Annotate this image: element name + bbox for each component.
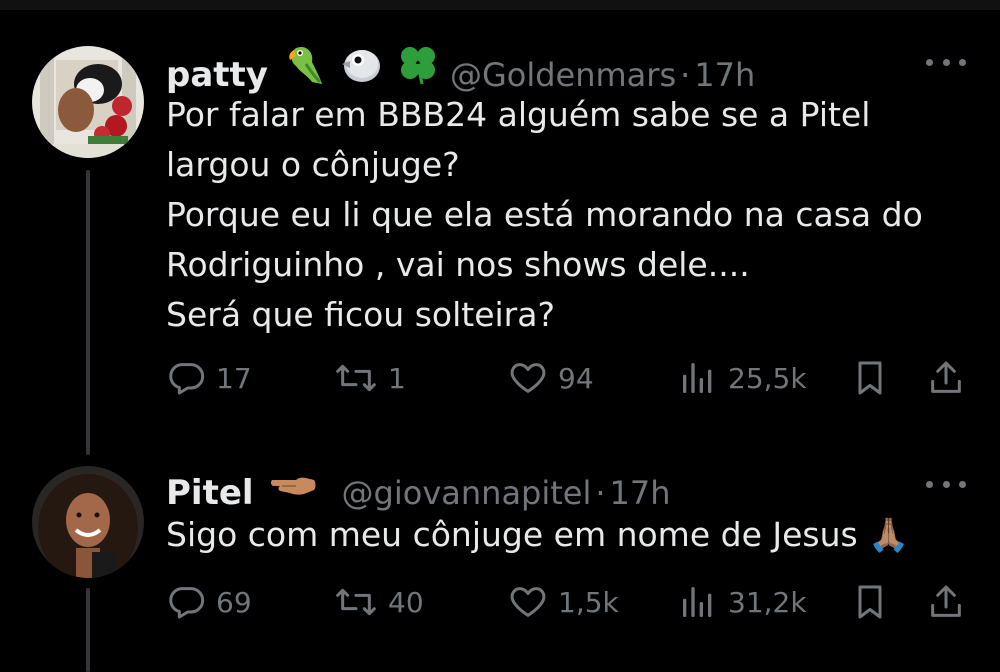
user-handle[interactable]: @giovannapitel	[342, 474, 592, 512]
bird-emoji	[340, 42, 384, 90]
share-icon	[926, 582, 966, 622]
pointing-hand-emoji	[268, 464, 318, 508]
user-handle[interactable]: @Goldenmars	[450, 56, 676, 94]
like-button[interactable]: 1,5k	[508, 582, 619, 622]
views-icon	[678, 358, 718, 398]
display-name[interactable]: Pitel	[166, 473, 254, 513]
clover-emoji	[398, 42, 438, 90]
more-icon[interactable]	[926, 478, 966, 490]
tweet-text-line: largou o cônjuge?	[166, 145, 460, 184]
bookmark-icon	[850, 582, 890, 622]
share-button[interactable]	[926, 582, 966, 622]
reply-icon	[166, 582, 206, 622]
like-count: 94	[558, 361, 594, 395]
bookmark-button[interactable]	[850, 358, 890, 398]
thread-line	[86, 170, 90, 455]
retweet-count: 40	[388, 585, 424, 619]
tweet-text: Por falar em BBB24 alguém sabe se a Pite…	[166, 90, 966, 340]
retweet-count: 1	[388, 361, 406, 395]
tweet-text-line: Por falar em BBB24 alguém sabe se a Pite…	[166, 95, 871, 134]
reply-icon	[166, 358, 206, 398]
views-count: 25,5k	[728, 361, 807, 395]
views-button[interactable]: 25,5k	[678, 358, 807, 398]
retweet-button[interactable]: 1	[334, 358, 406, 398]
tweet-header: patty @Goldenmars · 17h	[166, 42, 755, 95]
display-name[interactable]: patty	[166, 55, 268, 95]
tweet-text: Sigo com meu cônjuge em nome de Jesus 🙏🏽	[166, 510, 966, 560]
separator-dot: ·	[680, 56, 691, 94]
tweet-patty[interactable]: patty @Goldenmars · 17h Por falar em BBB…	[0, 0, 1000, 455]
reply-count: 17	[216, 361, 252, 395]
bookmark-button[interactable]	[850, 582, 890, 622]
more-icon[interactable]	[926, 56, 966, 68]
heart-icon	[508, 582, 548, 622]
views-count: 31,2k	[728, 585, 807, 619]
share-icon	[926, 358, 966, 398]
thread-line	[86, 588, 90, 672]
tweet-header: Pitel @giovannapitel · 17h	[166, 464, 671, 513]
heart-icon	[508, 358, 548, 398]
tweet-text-line: Será que ficou solteira?	[166, 295, 555, 334]
reply-count: 69	[216, 585, 252, 619]
like-count: 1,5k	[558, 585, 619, 619]
tweet-text-line: Sigo com meu cônjuge em nome de Jesus 🙏🏽	[166, 515, 910, 554]
retweet-button[interactable]: 40	[334, 582, 424, 622]
tweet-actions: 17 1 94 25,5k	[166, 358, 976, 398]
timestamp[interactable]: 17h	[610, 474, 671, 512]
avatar[interactable]	[32, 466, 144, 578]
retweet-icon	[334, 358, 378, 398]
tweet-actions: 69 40 1,5k 31,2k	[166, 582, 976, 622]
tweet-pitel[interactable]: Pitel @giovannapitel · 17h Sigo com meu …	[0, 450, 1000, 672]
separator-dot: ·	[595, 474, 606, 512]
share-button[interactable]	[926, 358, 966, 398]
reply-button[interactable]: 69	[166, 582, 252, 622]
timestamp[interactable]: 17h	[694, 56, 755, 94]
like-button[interactable]: 94	[508, 358, 594, 398]
parrot-emoji	[282, 42, 326, 90]
tweet-text-line: Porque eu li que ela está morando na cas…	[166, 195, 923, 234]
views-button[interactable]: 31,2k	[678, 582, 807, 622]
views-icon	[678, 582, 718, 622]
bookmark-icon	[850, 358, 890, 398]
avatar[interactable]	[32, 46, 144, 158]
reply-button[interactable]: 17	[166, 358, 252, 398]
tweet-text-line: Rodriguinho , vai nos shows dele....	[166, 245, 750, 284]
retweet-icon	[334, 582, 378, 622]
